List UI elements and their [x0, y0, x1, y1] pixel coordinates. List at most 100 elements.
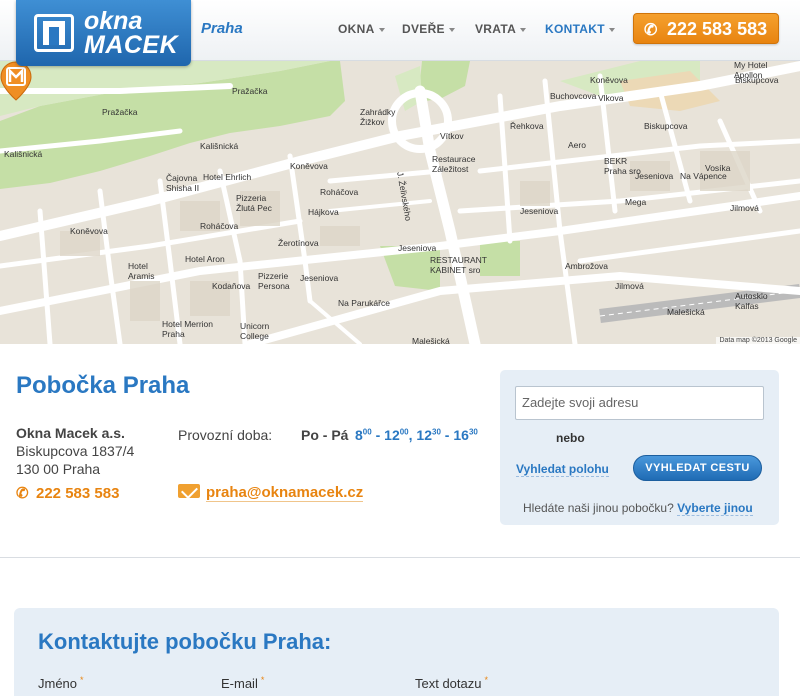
map-label: Hotel Aramis [128, 261, 155, 281]
map-label: Kališnická [4, 149, 43, 159]
map-label: Hotel Merrion Praha [162, 319, 214, 339]
map-label: BEKR Praha sro [604, 156, 641, 176]
email-field-label: E-mail * [221, 675, 264, 691]
company-address: Okna Macek a.s. Biskupcova 1837/4 130 00… [16, 424, 134, 478]
map-label: Biskupcova [735, 75, 779, 85]
message-label-text: Text dotazu [415, 676, 482, 691]
map-label: Pizzeria Žlutá Pec [236, 193, 272, 213]
chevron-down-icon [448, 27, 455, 32]
map-label: Zahrádky Žižkov [360, 107, 396, 127]
hours-h1: 8 [355, 427, 363, 443]
logo-mark-icon [34, 14, 74, 52]
map-label: Jeseniova [398, 243, 437, 253]
phone-icon: ✆ [16, 485, 29, 502]
branch-email-address: praha@oknamacek.cz [206, 484, 364, 502]
map-label: Malešická [667, 307, 705, 317]
map-label: Aero [568, 140, 586, 150]
email-label-text: E-mail [221, 676, 258, 691]
required-mark: * [260, 675, 265, 685]
phone-button[interactable]: ✆ 222 583 583 [633, 13, 779, 44]
map-label: Buchovcova [550, 91, 597, 101]
other-branch-prompt: Hledáte naši jinou pobočku? Vyberte jino… [523, 501, 753, 516]
nav-kontakt[interactable]: KONTAKT [545, 22, 615, 36]
find-position-link[interactable]: Vyhledat polohu [516, 462, 609, 477]
map-label: Restaurace Záležitost [432, 154, 476, 174]
map-label: Jilmová [615, 281, 644, 291]
company-street: Biskupcova 1837/4 [16, 443, 135, 459]
address-input-placeholder: Zadejte svoji adresu [522, 395, 639, 410]
hours-m4: 30 [468, 427, 478, 437]
map-label: Hotel Ehrlich [203, 172, 252, 182]
opening-hours-days: Po - Pá [301, 427, 349, 443]
map-label: Koněvova [290, 161, 328, 171]
branch-title: Pobočka Praha [16, 372, 190, 399]
branch-phone[interactable]: ✆ 222 583 583 [16, 484, 119, 502]
address-input[interactable]: Zadejte svoji adresu [515, 386, 764, 420]
map-label: Jeseniova [300, 273, 339, 283]
map-label: Ambrožova [565, 261, 608, 271]
envelope-icon [178, 484, 200, 498]
map-label: Hotel Aron [185, 254, 225, 264]
map-credit: Data map ©2013 Google [716, 337, 800, 344]
name-label-text: Jméno [38, 676, 78, 691]
nav-vrata-label: VRATA [475, 22, 517, 36]
hours-h4: 16 [453, 427, 469, 443]
map-label: Autosklo Kalfas [735, 291, 768, 311]
map-label: Pražačka [232, 86, 268, 96]
map-label: Pražačka [102, 107, 138, 117]
hours-h3: 12 [416, 427, 432, 443]
hours-h2: 12 [384, 427, 400, 443]
map-label: Na Parukářce [338, 298, 390, 308]
map-label: Koněvova [590, 75, 628, 85]
hours-m1: 00 [362, 427, 372, 437]
map-label: Kališnická [200, 141, 239, 151]
route-search-box: Zadejte svoji adresu nebo Vyhledat poloh… [500, 370, 779, 525]
map-label: Vlkova [598, 93, 624, 103]
site-header: okna MACEK Praha OKNA DVEŘE VRATA KONTAK… [0, 0, 800, 66]
message-field-label: Text dotazu * [415, 675, 488, 691]
phone-icon: ✆ [644, 22, 658, 39]
hours-m2: 00 [399, 427, 409, 437]
required-mark: * [484, 675, 489, 685]
nav-okna[interactable]: OKNA [338, 22, 385, 36]
choose-other-branch-link[interactable]: Vyberte jinou [677, 501, 753, 516]
branch-email[interactable]: praha@oknamacek.cz [178, 484, 364, 502]
contact-form-title: Kontaktujte pobočku Praha: [38, 629, 332, 654]
name-field-label: Jméno * [38, 675, 84, 691]
nav-okna-label: OKNA [338, 22, 375, 36]
nav-kontakt-label: KONTAKT [545, 22, 605, 36]
map-label: Vosíka [705, 163, 731, 173]
map-label: Vítkov [440, 131, 464, 141]
map[interactable]: Pražačka Pražačka Kališnická Kališnická … [0, 61, 800, 344]
nav-dvere-label: DVEŘE [402, 22, 445, 36]
map-label: Koněvova [70, 226, 108, 236]
nav-dvere[interactable]: DVEŘE [402, 22, 455, 36]
other-branch-question: Hledáte naši jinou pobočku? [523, 501, 674, 515]
map-label: Mega [625, 197, 647, 207]
map-label: Unicorn College [240, 321, 270, 341]
map-label: Roháčova [200, 221, 239, 231]
section-divider [0, 557, 800, 558]
map-label: Jilmová [730, 203, 759, 213]
company-city: 130 00 Praha [16, 461, 101, 477]
logo-text-macek: MACEK [84, 31, 179, 59]
map-label: Kodaňova [212, 281, 251, 291]
branch-location-pin-icon[interactable] [0, 61, 32, 101]
map-label: Pizzerie Persona [258, 271, 290, 291]
find-route-button[interactable]: VYHLEDAT CESTU [633, 455, 762, 481]
nav-vrata[interactable]: VRATA [475, 22, 527, 36]
chevron-down-icon [520, 27, 527, 32]
map-label: Hájkova [308, 207, 339, 217]
contact-form: Kontaktujte pobočku Praha: Jméno * E-mail… [14, 608, 779, 696]
phone-number: 222 583 583 [667, 19, 768, 39]
opening-hours-times: 800 - 1200, 1230 - 1630 [355, 427, 478, 443]
map-label: Žerotínova [278, 238, 319, 248]
chevron-down-icon [608, 27, 615, 32]
required-mark: * [80, 675, 84, 685]
map-label: Roháčova [320, 187, 359, 197]
hours-m3: 30 [432, 427, 441, 437]
logo[interactable]: okna MACEK [16, 0, 191, 66]
map-label: Malešická [412, 336, 450, 344]
map-label: Řehkova [510, 121, 544, 131]
branch-phone-number: 222 583 583 [36, 485, 120, 502]
